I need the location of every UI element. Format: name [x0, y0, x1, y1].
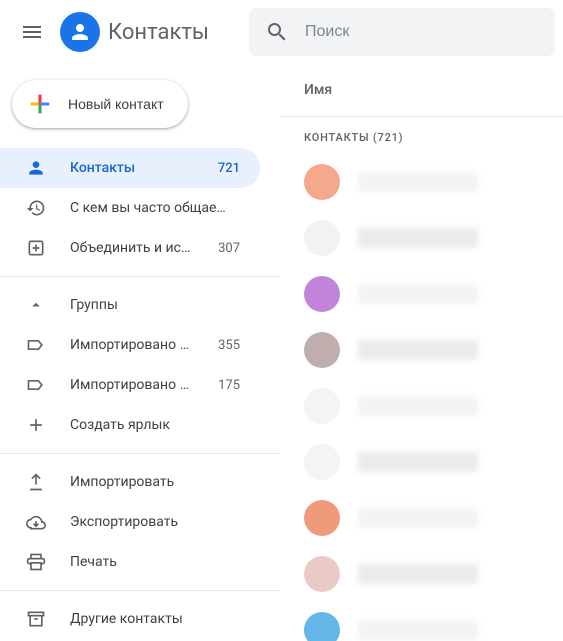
menu-button[interactable] — [8, 8, 56, 56]
column-header-name: Имя — [280, 64, 563, 117]
search-icon — [265, 20, 289, 44]
contact-name-redacted — [358, 340, 478, 360]
nav-label: Импортировано 17.… — [70, 337, 194, 353]
nav-label: Группы — [70, 297, 240, 313]
search-input[interactable] — [305, 23, 539, 41]
history-icon — [26, 198, 46, 218]
nav-label: Импортировать — [70, 474, 240, 490]
sidebar-label-item[interactable]: Импортировано 21.… 175 — [0, 365, 260, 405]
contact-list — [280, 154, 563, 641]
contact-row[interactable] — [280, 266, 563, 322]
sidebar-item-create-label[interactable]: Создать ярлык — [0, 405, 260, 445]
divider — [0, 453, 280, 454]
plus-icon — [26, 415, 46, 435]
contacts-logo — [60, 12, 100, 52]
chevron-up-icon — [26, 296, 46, 314]
avatar — [304, 444, 340, 480]
nav-label: Печать — [70, 554, 240, 570]
sidebar-item-import[interactable]: Импортировать — [0, 462, 260, 502]
contact-row[interactable] — [280, 210, 563, 266]
avatar — [304, 220, 340, 256]
sidebar-item-print[interactable]: Печать — [0, 542, 260, 582]
avatar — [304, 332, 340, 368]
create-contact-button[interactable]: Новый контакт — [12, 80, 188, 128]
topbar: Контакты — [0, 0, 563, 64]
divider — [0, 590, 280, 591]
nav-count: 307 — [218, 241, 240, 256]
sidebar: Новый контакт Контакты 721 С кем вы част… — [0, 64, 280, 641]
contact-name-redacted — [358, 564, 478, 584]
divider — [0, 276, 280, 277]
nav-label: С кем вы часто общае… — [70, 200, 240, 216]
contact-name-redacted — [358, 620, 478, 640]
merge-icon — [26, 238, 46, 258]
nav-count: 355 — [218, 338, 240, 353]
sidebar-item-export[interactable]: Экспортировать — [0, 502, 260, 542]
contact-row[interactable] — [280, 546, 563, 602]
archive-icon — [26, 609, 46, 629]
sidebar-item-groups[interactable]: Группы — [0, 285, 260, 325]
search-bar[interactable] — [249, 8, 555, 56]
print-icon — [26, 552, 46, 572]
sidebar-label-item[interactable]: Импортировано 17.… 355 — [0, 325, 260, 365]
brand: Контакты — [60, 12, 209, 52]
contact-row[interactable] — [280, 602, 563, 641]
nav-label: Экспортировать — [70, 514, 240, 530]
avatar — [304, 500, 340, 536]
hamburger-icon — [20, 20, 44, 44]
app-title: Контакты — [108, 20, 209, 45]
label-icon — [26, 335, 46, 355]
upload-icon — [26, 472, 46, 492]
plus-multicolor-icon — [26, 90, 54, 118]
nav-label: Другие контакты — [70, 611, 240, 627]
contact-name-redacted — [358, 452, 478, 472]
nav-label: Контакты — [70, 160, 194, 176]
sidebar-item-merge[interactable]: Объединить и исп… 307 — [0, 228, 260, 268]
contact-row[interactable] — [280, 378, 563, 434]
avatar — [304, 556, 340, 592]
label-icon — [26, 375, 46, 395]
avatar — [304, 388, 340, 424]
sidebar-item-other-contacts[interactable]: Другие контакты — [0, 599, 260, 639]
contact-name-redacted — [358, 228, 478, 248]
nav-label: Создать ярлык — [70, 417, 240, 433]
contact-name-redacted — [358, 396, 478, 416]
avatar — [304, 612, 340, 641]
avatar — [304, 276, 340, 312]
contact-row[interactable] — [280, 154, 563, 210]
contact-name-redacted — [358, 508, 478, 528]
nav-count: 721 — [218, 161, 240, 176]
contact-row[interactable] — [280, 434, 563, 490]
contact-name-redacted — [358, 172, 478, 192]
section-header: КОНТАКТЫ (721) — [280, 117, 563, 154]
contact-row[interactable] — [280, 322, 563, 378]
nav-count: 175 — [218, 378, 240, 393]
avatar — [304, 164, 340, 200]
sidebar-item-contacts[interactable]: Контакты 721 — [0, 148, 260, 188]
nav-label: Объединить и исп… — [70, 240, 194, 256]
main-content: Имя КОНТАКТЫ (721) — [280, 64, 563, 641]
cloud-download-icon — [26, 512, 46, 532]
contact-row[interactable] — [280, 490, 563, 546]
create-contact-label: Новый контакт — [68, 96, 164, 112]
person-icon — [26, 158, 46, 178]
contact-name-redacted — [358, 284, 478, 304]
nav-label: Импортировано 21.… — [70, 377, 194, 393]
sidebar-item-frequent[interactable]: С кем вы часто общае… — [0, 188, 260, 228]
